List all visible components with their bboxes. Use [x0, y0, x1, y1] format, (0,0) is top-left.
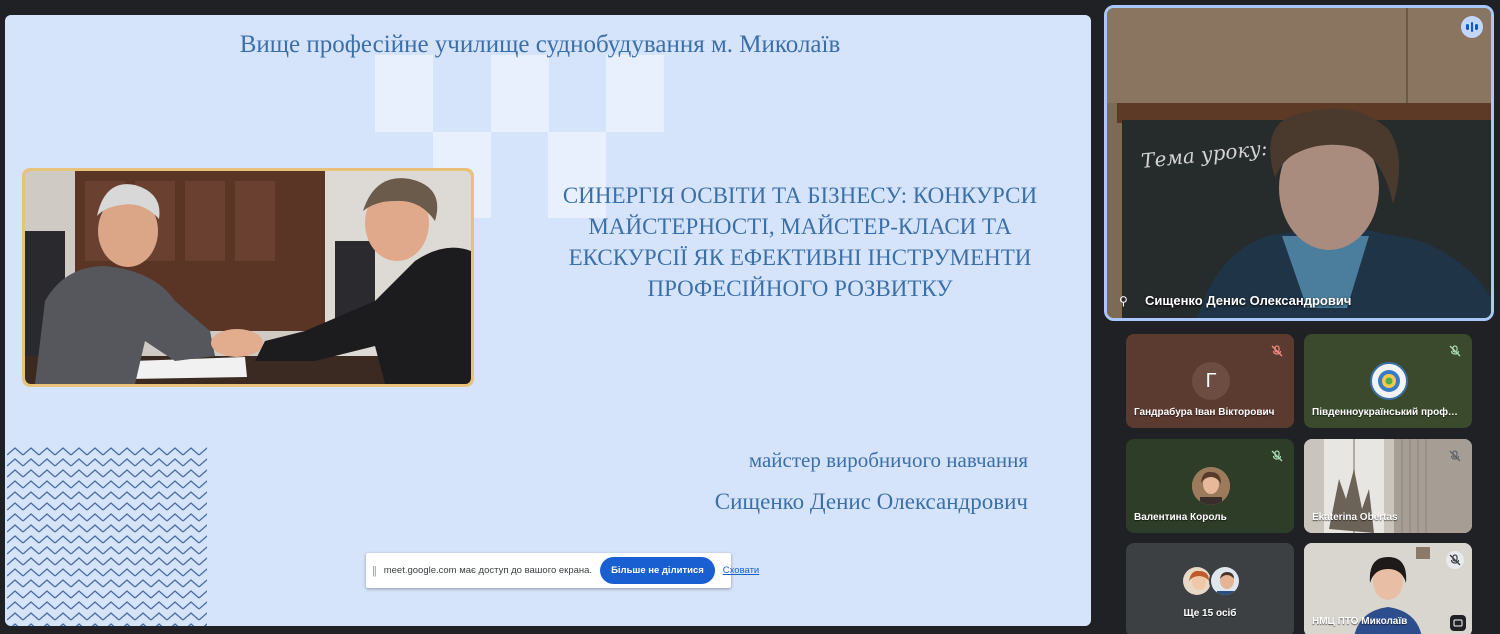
- slide-presenter-name: Сищенко Денис Олександрович: [714, 489, 1028, 514]
- avatar: Г: [1192, 362, 1230, 400]
- participant-tile[interactable]: Ekaterina Obertas: [1304, 439, 1472, 533]
- slide-title-line: СИНЕРГІЯ ОСВІТИ ТА БІЗНЕСУ: КОНКУРСИ: [562, 183, 1038, 208]
- speaking-indicator-icon: [1461, 16, 1483, 38]
- participant-name: Ekaterina Obertas: [1312, 512, 1398, 523]
- participant-tile[interactable]: Південноукраїнський профес...: [1304, 334, 1472, 428]
- share-message: meet.google.com має доступ до вашого екр…: [383, 565, 593, 576]
- slide-title: СИНЕРГІЯ ОСВІТИ ТА БІЗНЕСУ: КОНКУРСИ МАЙ…: [545, 180, 1055, 304]
- tile-options-icon[interactable]: [1450, 615, 1466, 631]
- school-logo-icon: [1370, 362, 1408, 400]
- avatar: [1209, 565, 1241, 597]
- avatar-initial: Г: [1205, 369, 1217, 392]
- participant-name: НМЦ ПТО Миколаїв: [1312, 616, 1408, 627]
- slide-title-line: МАЙСТЕРНОСТІ, МАЙСТЕР-КЛАСИ ТА: [588, 214, 1012, 239]
- decor-square: [606, 55, 664, 132]
- mic-off-icon: [1268, 447, 1286, 465]
- hide-bar-link[interactable]: Сховати: [723, 565, 759, 576]
- avatar: [1192, 467, 1230, 505]
- participant-tile[interactable]: Валентина Король: [1126, 439, 1294, 533]
- decor-square: [375, 55, 433, 132]
- active-speaker-tile[interactable]: Тема уроку: ⚲ Сищенко Денис Олександрови…: [1104, 5, 1494, 321]
- slide-header: Вище професійне училище суднобудування м…: [239, 31, 841, 58]
- participant-tile[interactable]: НМЦ ПТО Миколаїв: [1304, 543, 1472, 634]
- drag-handle-icon[interactable]: ||: [372, 565, 377, 577]
- slide-title-line: ПРОФЕСІЙНОГО РОЗВИТКУ: [647, 276, 953, 301]
- mic-off-icon: [1268, 342, 1286, 360]
- stop-sharing-button[interactable]: Більше не ділитися: [600, 557, 715, 584]
- zigzag-pattern: [7, 446, 207, 626]
- participant-name: Південноукраїнський профес...: [1312, 407, 1462, 418]
- more-participants-tile[interactable]: Ще 15 осіб: [1126, 543, 1294, 634]
- handshake-photo: [22, 168, 474, 387]
- slide-role: майстер виробничого навчання: [748, 448, 1028, 472]
- speaker-video: Тема уроку:: [1107, 8, 1491, 318]
- slide-title-line: ЕКСКУРСІЇ ЯК ЕФЕКТИВНІ ІНСТРУМЕНТИ: [568, 245, 1032, 270]
- mic-off-icon: [1446, 551, 1464, 569]
- speaker-name: Сищенко Денис Олександрович: [1145, 293, 1352, 308]
- presentation-slide: Вище професійне училище суднобудування м…: [5, 15, 1091, 626]
- decor-square: [491, 55, 549, 132]
- mic-off-icon: [1446, 342, 1464, 360]
- participant-name: Гандрабура Іван Вікторович: [1134, 407, 1275, 418]
- meet-window: Вище професійне училище суднобудування м…: [0, 0, 1500, 634]
- participant-tile[interactable]: Г Гандрабура Іван Вікторович: [1126, 334, 1294, 428]
- pin-icon: ⚲: [1119, 294, 1128, 308]
- screen-share-bar: || meet.google.com має доступ до вашого …: [366, 553, 759, 588]
- mic-off-icon: [1446, 447, 1464, 465]
- participant-name: Валентина Король: [1134, 512, 1227, 523]
- more-participants-label: Ще 15 осіб: [1183, 608, 1237, 619]
